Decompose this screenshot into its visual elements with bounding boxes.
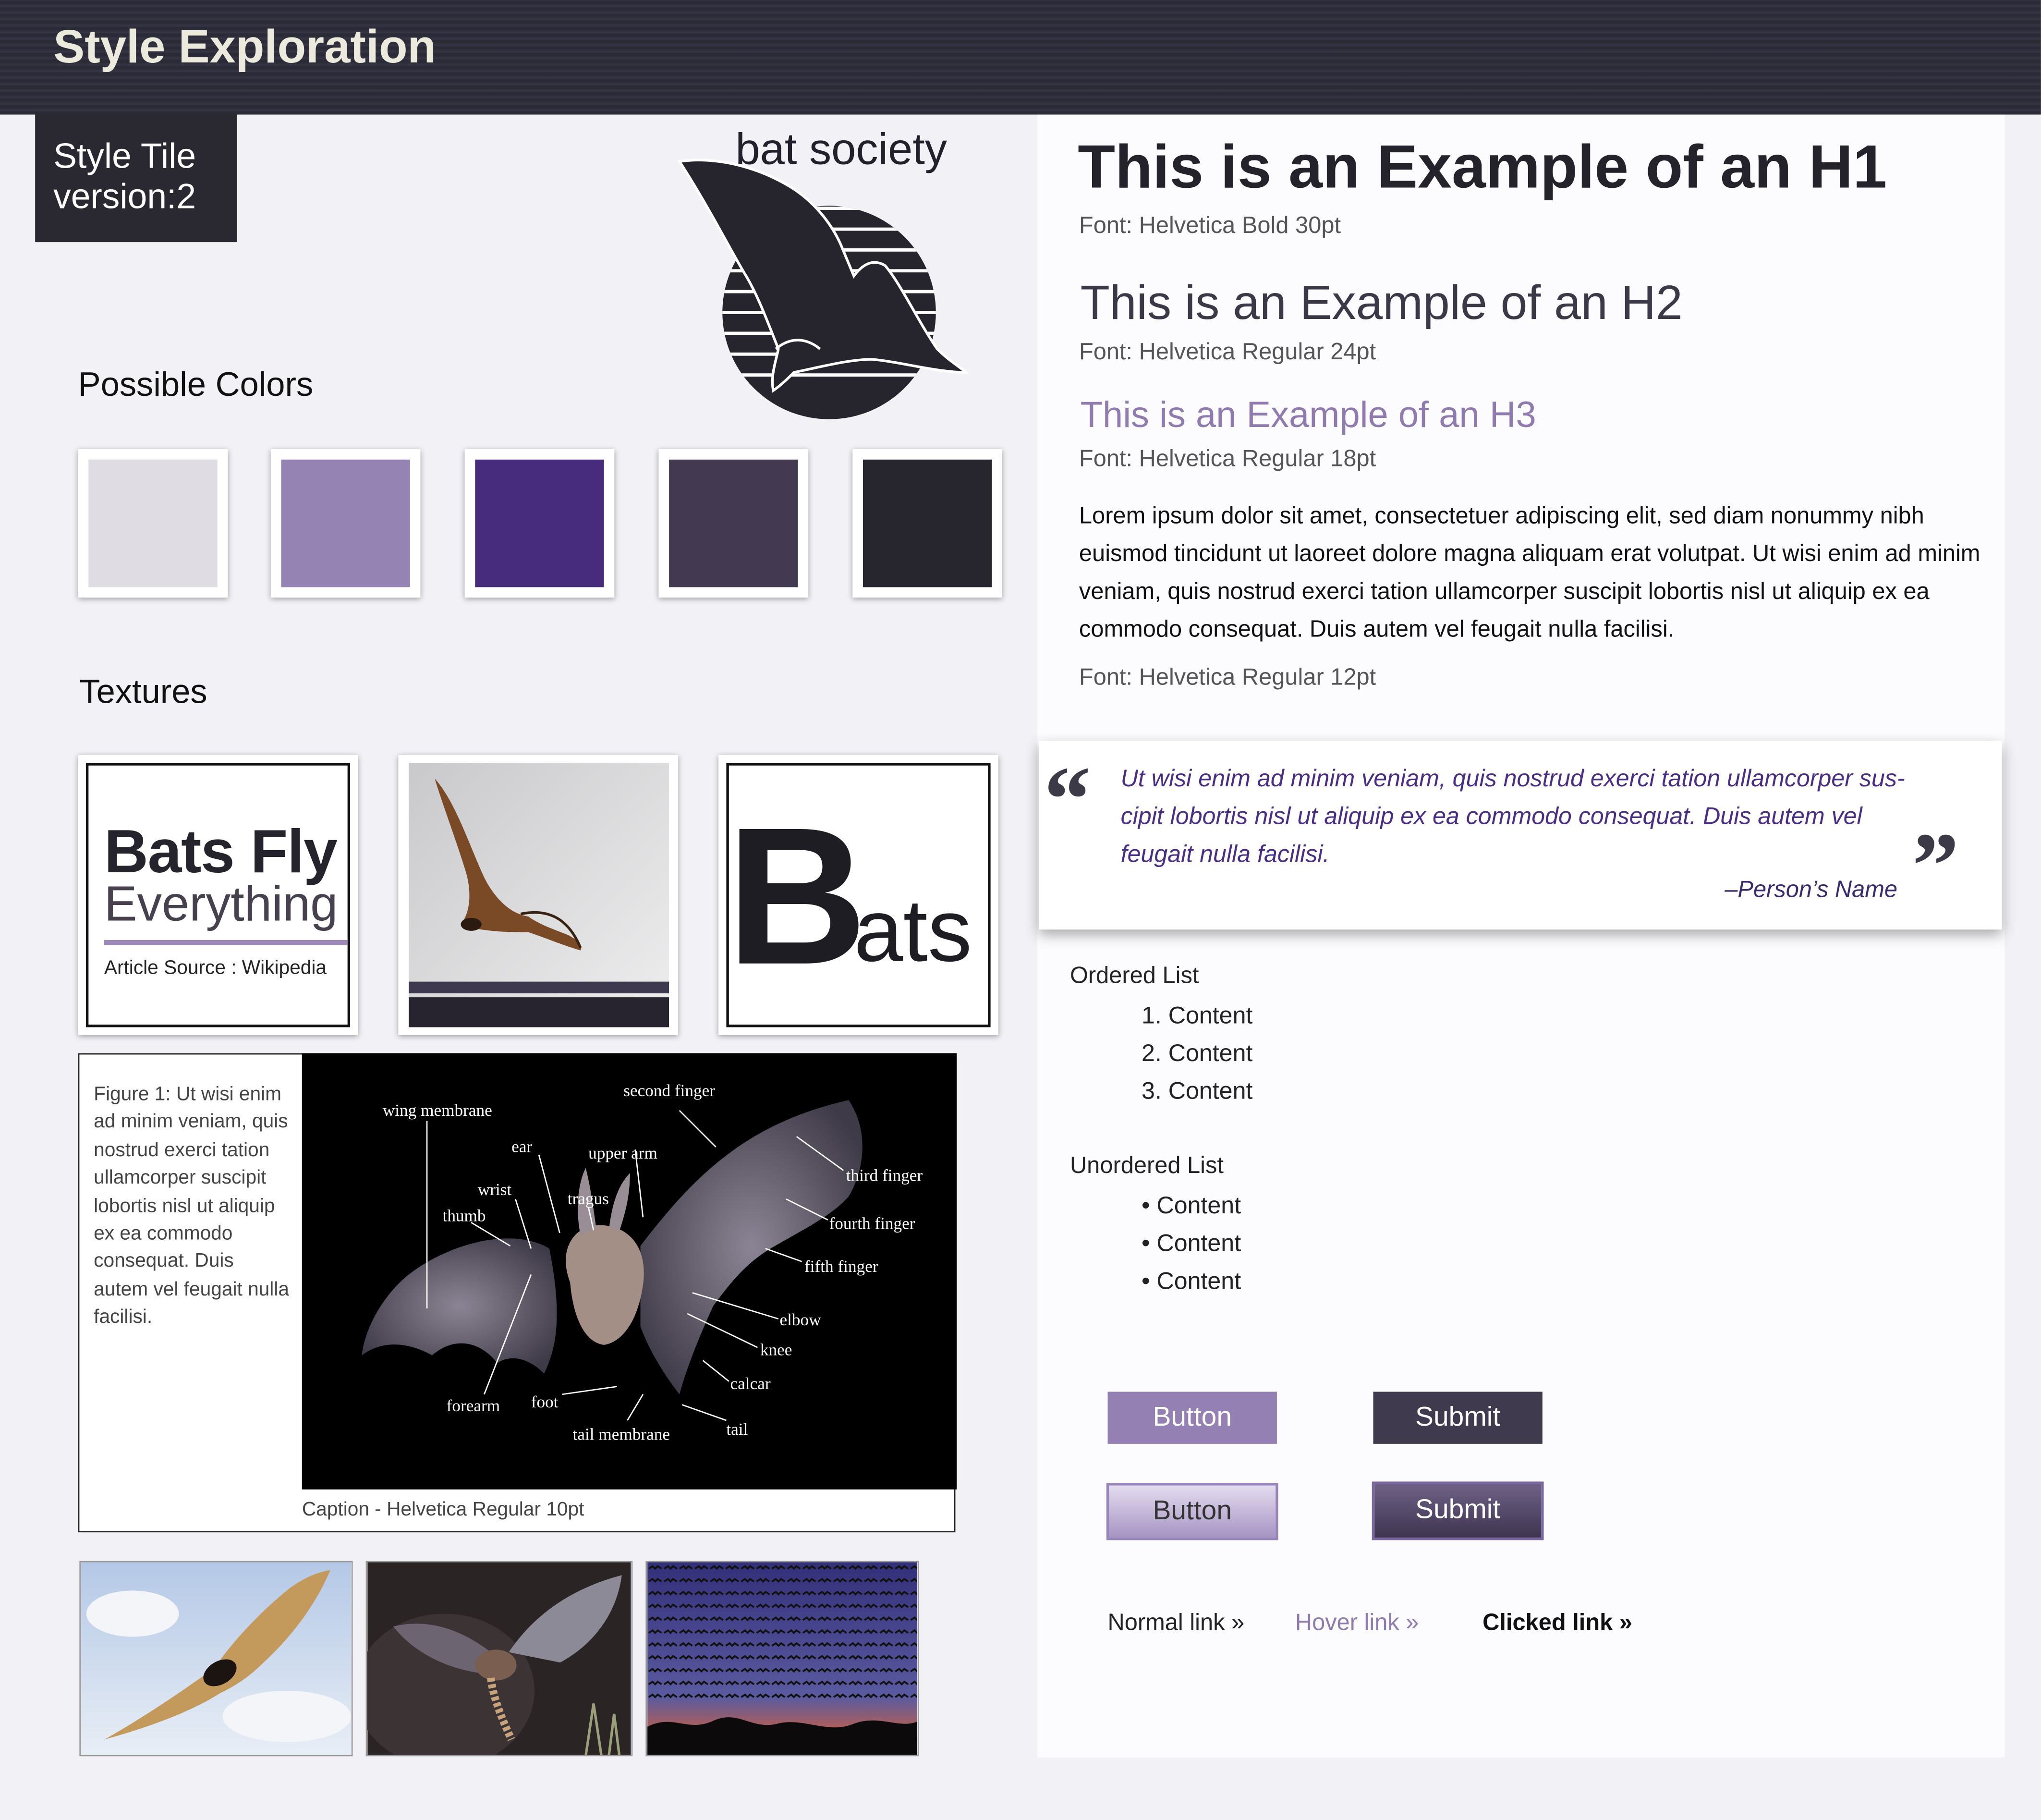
example-h2: This is an Example of an H2 [1080, 276, 1683, 330]
color-swatch-3-fill [475, 459, 604, 587]
color-swatch-2-fill [281, 459, 410, 587]
figure-text: Figure 1: Ut wisi enim ad minim veniam, … [94, 1083, 290, 1329]
h3-font-note: Font: Helvetica Regular 18pt [1079, 445, 1376, 472]
colors-heading: Possible Colors [78, 364, 314, 404]
texture-tile-lettering-frame: B ats [726, 763, 991, 1027]
label-tail-membrane: tail membrane [573, 1425, 670, 1444]
texture-tile-photo [398, 755, 679, 1035]
example-h3: This is an Example of an H3 [1080, 394, 1536, 435]
color-swatch-2 [270, 449, 421, 598]
texture-subtitle: Everything [104, 877, 338, 932]
unordered-list-heading: Unordered List [1069, 1152, 1224, 1178]
h2-font-note: Font: Helvetica Regular 24pt [1079, 338, 1376, 365]
blockquote: “ Ut wisi enim ad minim veniam, quis nos… [1038, 741, 2002, 930]
texture-letters: ats [854, 881, 972, 980]
figure-block: Figure 1: Ut wisi enim ad minim veniam, … [78, 1053, 957, 1533]
unordered-list-item: • Content [1142, 1267, 1241, 1295]
label-fourth-finger: fourth finger [829, 1214, 915, 1233]
label-tragus: tragus [568, 1189, 609, 1208]
close-quote-icon: ” [1912, 814, 1959, 918]
version-label-line1: Style Tile [53, 136, 196, 176]
gradient-button[interactable]: Button [1106, 1483, 1278, 1540]
texture-big-letter: B [726, 786, 868, 1005]
flying-bat-photo [409, 763, 669, 1027]
color-swatch-3 [464, 449, 615, 598]
label-thumb: thumb [443, 1206, 486, 1225]
flat-button[interactable]: Button [1107, 1392, 1277, 1444]
label-forearm: forearm [447, 1396, 500, 1415]
gradient-submit-button[interactable]: Submit [1372, 1481, 1544, 1540]
hover-link[interactable]: Hover link » [1295, 1609, 1419, 1637]
label-tail: tail [726, 1420, 748, 1439]
quote-author: –Person’s Name [1725, 876, 1898, 903]
texture-source: Article Source : Wikipedia [104, 957, 327, 979]
ordered-list-heading: Ordered List [1069, 962, 1199, 989]
textures-heading: Textures [79, 672, 207, 711]
color-swatch-5 [852, 449, 1003, 598]
texture-tile-typography: Bats Fly Everything Article Source : Wik… [78, 755, 358, 1035]
label-third-finger: third finger [846, 1166, 923, 1185]
body-font-note: Font: Helvetica Regular 12pt [1079, 664, 1376, 690]
flat-submit-button[interactable]: Submit [1373, 1392, 1543, 1444]
label-ear: ear [511, 1137, 532, 1156]
style-tile-canvas: Style Exploration Style Tile version:2 b… [0, 0, 2041, 1820]
ordered-list-item: 1. Content [1142, 1001, 1253, 1029]
open-quote-icon: “ [1044, 747, 1091, 852]
bat-society-logo [677, 159, 969, 419]
example-h1: This is an Example of an H1 [1078, 131, 1887, 201]
bat-gliding-photo [79, 1561, 353, 1757]
ordered-list-item: 2. Content [1142, 1038, 1253, 1066]
h1-font-note: Font: Helvetica Bold 30pt [1079, 212, 1341, 239]
texture-title: Bats Fly [104, 816, 338, 886]
version-label: Style Tile version:2 [35, 114, 237, 243]
color-swatch-4 [658, 449, 809, 598]
normal-link[interactable]: Normal link » [1108, 1609, 1245, 1637]
unordered-list-item: • Content [1142, 1229, 1241, 1257]
version-label-line2: version:2 [53, 177, 196, 216]
label-second-finger: second finger [623, 1081, 715, 1100]
label-fifth-finger: fifth finger [804, 1257, 878, 1276]
label-elbow: elbow [780, 1310, 822, 1329]
label-calcar: calcar [730, 1374, 771, 1393]
unordered-list-item: • Content [1142, 1191, 1241, 1219]
bat-swarm-dusk-photo [645, 1561, 919, 1757]
page-title: Style Exploration [53, 19, 437, 73]
clicked-link[interactable]: Clicked link » [1482, 1609, 1632, 1637]
label-upper-arm: upper arm [588, 1144, 657, 1162]
ordered-list-item: 3. Content [1142, 1076, 1253, 1104]
texture-rule [104, 940, 348, 945]
example-body-text: Lorem ipsum dolor sit amet, consectetuer… [1079, 502, 1980, 642]
bat-catching-centipede-photo [365, 1561, 633, 1757]
quote-text: Ut wisi enim ad minim veniam, quis nostr… [1120, 764, 1905, 867]
texture-tile-lettering: B ats [718, 755, 998, 1035]
label-wing-membrane: wing membrane [383, 1101, 492, 1120]
label-foot: foot [531, 1392, 559, 1411]
color-swatch-5-fill [863, 459, 992, 587]
figure-caption: Caption - Helvetica Regular 10pt [302, 1498, 584, 1521]
color-swatch-1 [78, 449, 228, 598]
color-swatch-4-fill [669, 459, 798, 587]
label-wrist: wrist [478, 1180, 512, 1199]
label-knee: knee [760, 1341, 792, 1359]
color-swatch-1-fill [88, 459, 218, 587]
bat-anatomy-diagram: wing membrane second finger ear upper ar… [302, 1053, 957, 1490]
texture-tile-typography-frame: Bats Fly Everything Article Source : Wik… [85, 763, 351, 1027]
